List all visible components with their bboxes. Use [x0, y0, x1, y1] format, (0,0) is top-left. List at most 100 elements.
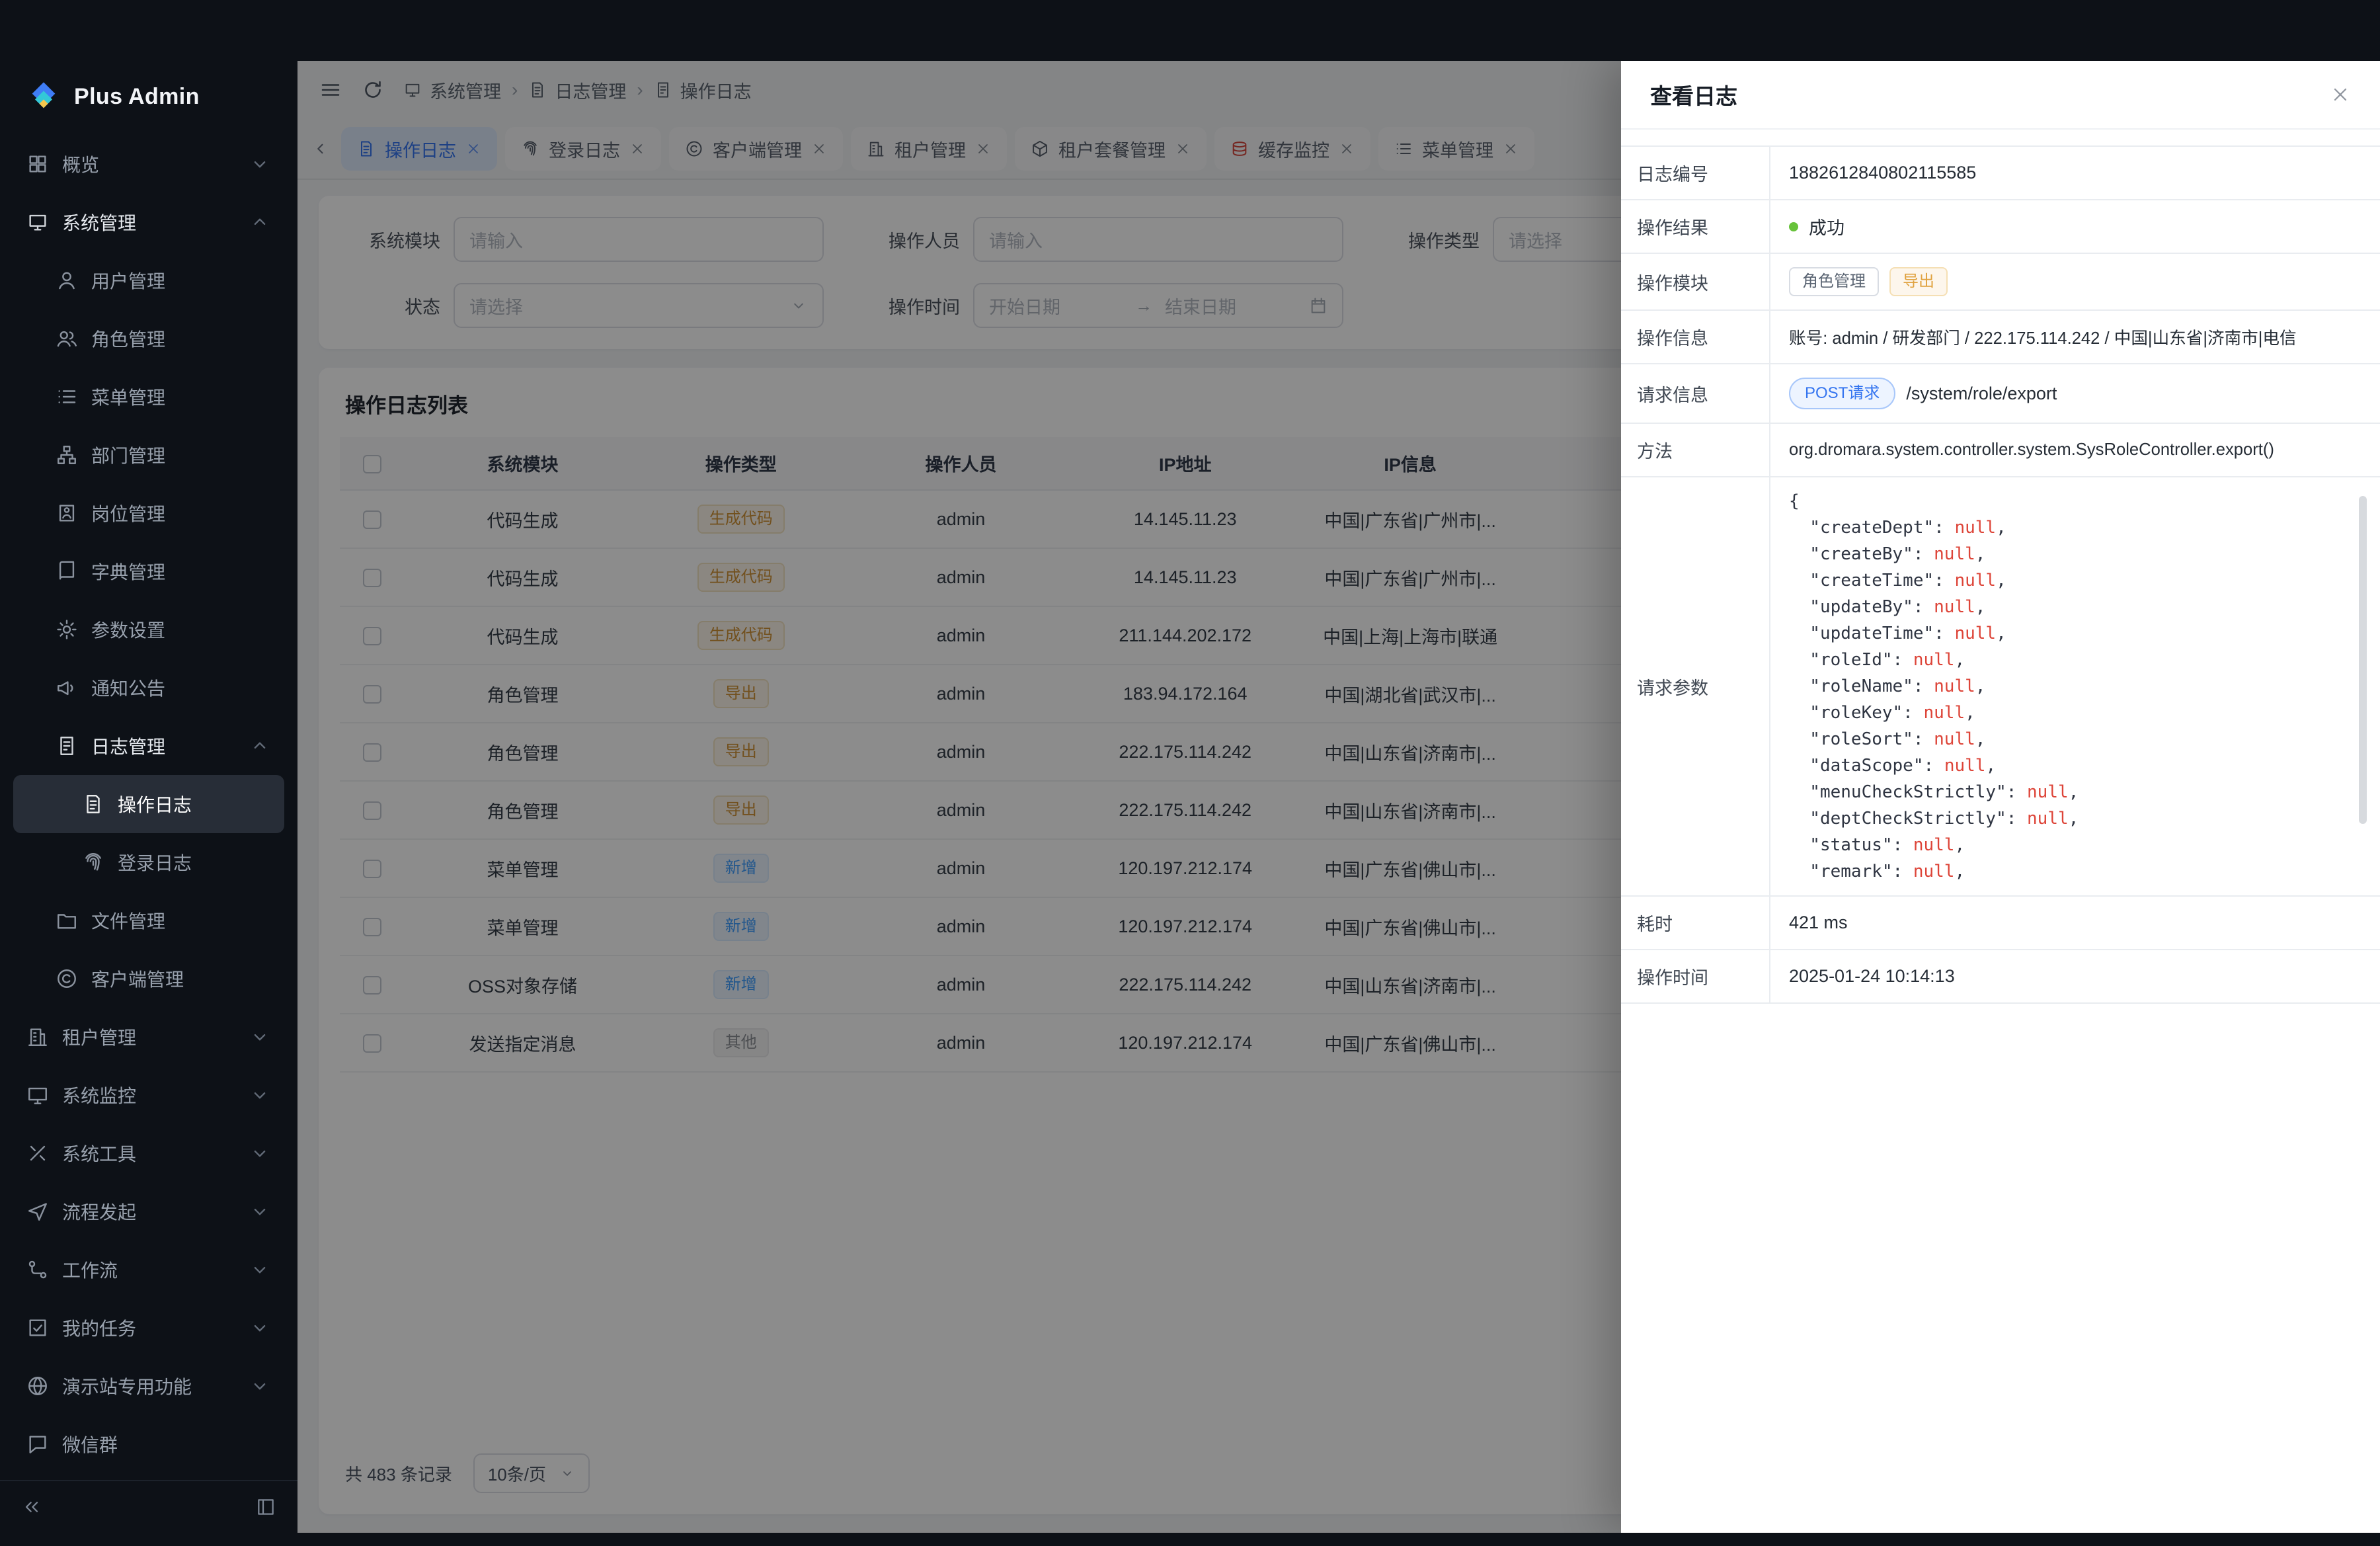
code-line: "roleSort": null,	[1789, 726, 2346, 753]
sidebar-item-0[interactable]: 概览	[13, 135, 284, 193]
sidebar-item-label: 字典管理	[91, 558, 165, 585]
folder-icon	[56, 909, 78, 932]
task-icon	[26, 1317, 49, 1339]
user-icon	[56, 269, 78, 292]
logo-icon	[26, 79, 61, 114]
request-params-code[interactable]: { "createDept": null, "createBy": null, …	[1789, 488, 2346, 885]
code-line: {	[1789, 488, 2346, 514]
clientc-icon	[56, 967, 78, 990]
logo-text: Plus Admin	[74, 84, 200, 110]
scrollbar-thumb[interactable]	[2359, 496, 2367, 824]
tree-icon	[56, 444, 78, 466]
sidebar-item-11[interactable]: 操作日志	[13, 775, 284, 833]
module-tag: 导出	[1889, 267, 1948, 296]
logo[interactable]: Plus Admin	[0, 61, 298, 132]
sidebar-item-3[interactable]: 角色管理	[13, 309, 284, 368]
screen-icon	[26, 1084, 49, 1106]
sidebar-item-10[interactable]: 日志管理	[13, 717, 284, 775]
sidebar-item-label: 微信群	[62, 1431, 118, 1457]
sidebar-item-12[interactable]: 登录日志	[13, 833, 284, 891]
sidebar-item-15[interactable]: 租户管理	[13, 1008, 284, 1066]
code-line: "createTime": null,	[1789, 567, 2346, 594]
main-area: 系统管理›日志管理›操作日志 操作日志登录日志客户端管理租户管理租户套餐管理缓存…	[298, 61, 2380, 1533]
code-line: "roleKey": null,	[1789, 700, 2346, 726]
field-label: 操作结果	[1621, 200, 1770, 253]
sidebar-item-label: 日志管理	[91, 733, 165, 759]
request-url: /system/role/export	[1906, 384, 2057, 404]
collapse-sidebar-icon[interactable]	[21, 1496, 42, 1518]
code-line: "status": null,	[1789, 832, 2346, 858]
book-icon	[56, 560, 78, 583]
view-log-drawer: 查看日志 日志编号 1882612840802115585 操作结果 成功	[1621, 61, 2380, 1533]
chevron-down-icon	[249, 153, 271, 175]
sidebar-item-label: 系统工具	[62, 1140, 136, 1166]
horn-icon	[56, 676, 78, 699]
duration-value: 421 ms	[1770, 897, 2380, 949]
chevron-down-icon	[249, 1317, 271, 1339]
sidebar-item-label: 流程发起	[62, 1198, 136, 1225]
detail-row-module: 操作模块 角色管理导出	[1621, 254, 2380, 311]
sidebar-item-label: 参数设置	[91, 616, 165, 643]
detail-row-method: 方法 org.dromara.system.controller.system.…	[1621, 424, 2380, 477]
chevron-up-icon	[249, 211, 271, 233]
sidebar-item-1[interactable]: 系统管理	[13, 193, 284, 251]
sidebar-item-8[interactable]: 参数设置	[13, 600, 284, 659]
field-label: 操作时间	[1621, 950, 1770, 1002]
sidebar-item-13[interactable]: 文件管理	[13, 891, 284, 950]
code-line: "remark": null,	[1789, 858, 2346, 885]
doc-icon	[82, 793, 104, 815]
sidebar-item-label: 演示站专用功能	[62, 1373, 192, 1399]
sidebar-item-7[interactable]: 字典管理	[13, 542, 284, 600]
sidebar-item-label: 系统管理	[62, 209, 136, 235]
operation-time-value: 2025-01-24 10:14:13	[1770, 950, 2380, 1002]
sidebar-item-2[interactable]: 用户管理	[13, 251, 284, 309]
code-line: "createDept": null,	[1789, 514, 2346, 541]
sidebar-item-5[interactable]: 部门管理	[13, 426, 284, 484]
sidebar-item-9[interactable]: 通知公告	[13, 659, 284, 717]
sidebar: Plus Admin 概览系统管理用户管理角色管理菜单管理部门管理岗位管理字典管…	[0, 61, 298, 1533]
flow-icon	[26, 1258, 49, 1281]
sidebar-item-18[interactable]: 流程发起	[13, 1182, 284, 1241]
operation-info-value: 账号: admin / 研发部门 / 222.175.114.242 / 中国|…	[1770, 311, 2380, 363]
chevron-down-icon	[249, 1084, 271, 1106]
sidebar-item-label: 角色管理	[91, 325, 165, 352]
badge-icon	[56, 502, 78, 524]
sidebar-item-label: 我的任务	[62, 1315, 136, 1341]
field-label: 操作信息	[1621, 311, 1770, 363]
chevron-down-icon	[249, 1375, 271, 1397]
top-strip	[0, 0, 2380, 61]
field-label: 日志编号	[1621, 147, 1770, 199]
field-label: 耗时	[1621, 897, 1770, 949]
sidebar-item-20[interactable]: 我的任务	[13, 1299, 284, 1357]
building-icon	[26, 1026, 49, 1048]
field-label: 请求参数	[1621, 477, 1770, 895]
fingerprint-icon	[82, 851, 104, 874]
sidebar-item-label: 通知公告	[91, 674, 165, 701]
sidebar-item-label: 菜单管理	[91, 384, 165, 410]
sidebar-item-label: 部门管理	[91, 442, 165, 468]
code-line: "updateTime": null,	[1789, 620, 2346, 647]
sidebar-item-label: 操作日志	[118, 791, 192, 817]
code-line: "createBy": null,	[1789, 541, 2346, 567]
sidebar-item-6[interactable]: 岗位管理	[13, 484, 284, 542]
code-line: "menuCheckStrictly": null,	[1789, 779, 2346, 805]
detail-row-result: 操作结果 成功	[1621, 200, 2380, 254]
field-label: 请求信息	[1621, 364, 1770, 423]
log-detail-table: 日志编号 1882612840802115585 操作结果 成功 操作模块 角色…	[1621, 145, 2380, 1004]
grid-icon	[26, 153, 49, 175]
sidebar-item-4[interactable]: 菜单管理	[13, 368, 284, 426]
detail-row-info: 操作信息 账号: admin / 研发部门 / 222.175.114.242 …	[1621, 311, 2380, 364]
sidebar-item-16[interactable]: 系统监控	[13, 1066, 284, 1124]
gear-icon	[56, 618, 78, 641]
sidebar-item-14[interactable]: 客户端管理	[13, 950, 284, 1008]
sidebar-item-19[interactable]: 工作流	[13, 1241, 284, 1299]
sidebar-item-label: 岗位管理	[91, 500, 165, 526]
result-value: 成功	[1809, 214, 1844, 239]
sidebar-item-22[interactable]: 微信群	[13, 1415, 284, 1473]
sidebar-item-21[interactable]: 演示站专用功能	[13, 1357, 284, 1415]
panel-pin-icon[interactable]	[255, 1496, 276, 1518]
code-line: "roleName": null,	[1789, 673, 2346, 700]
sidebar-item-17[interactable]: 系统工具	[13, 1124, 284, 1182]
drawer-header: 查看日志	[1621, 61, 2380, 130]
close-icon[interactable]	[2330, 84, 2351, 105]
